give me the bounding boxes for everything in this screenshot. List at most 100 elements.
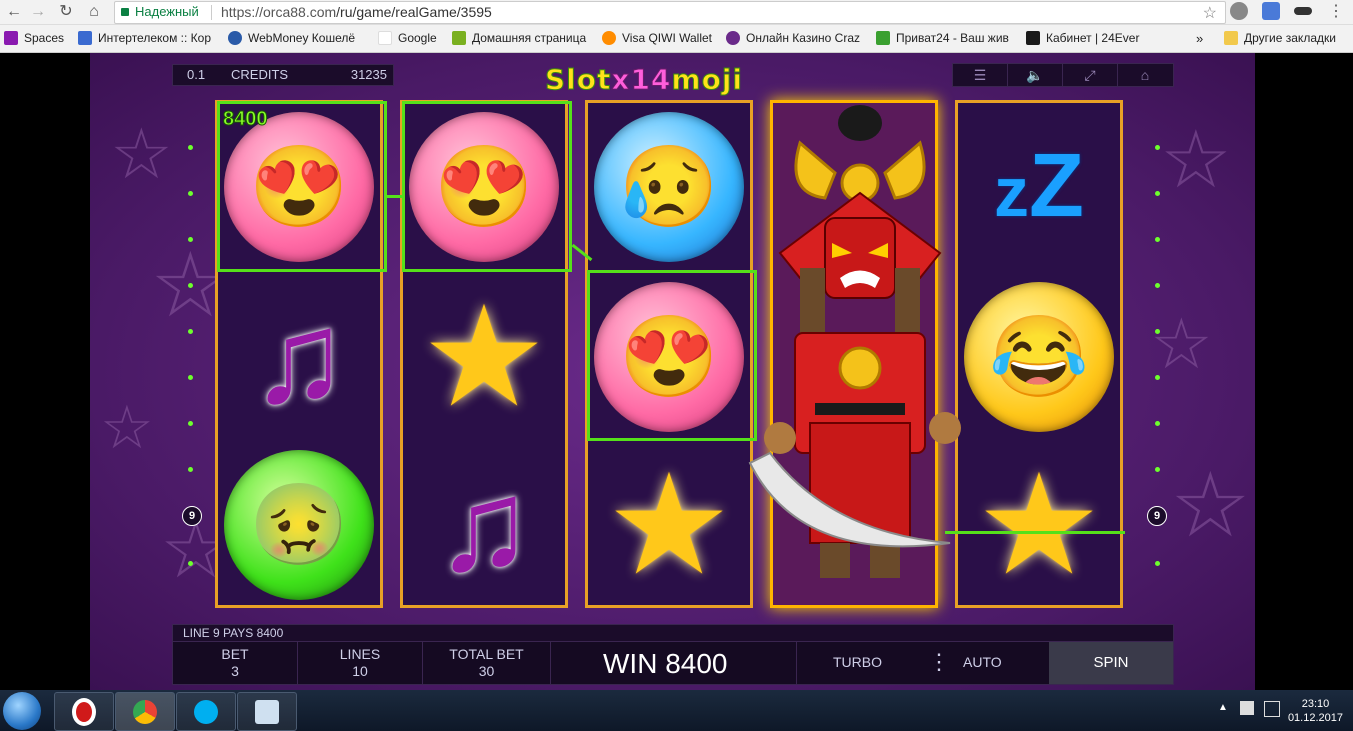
bookmark-favicon-icon	[726, 31, 740, 45]
bookmark-label: Онлайн Казино Craz	[746, 31, 861, 45]
bookmark-item[interactable]: Домашняя страница	[452, 31, 586, 45]
extension-mask-icon[interactable]	[1294, 7, 1312, 15]
auto-button[interactable]: AUTO	[963, 654, 1002, 670]
taskbar-opera[interactable]	[54, 692, 114, 731]
payline-marker	[1155, 283, 1160, 288]
payline-marker	[188, 237, 193, 242]
background-star-icon: ☆	[1160, 115, 1232, 204]
calculator-icon	[255, 699, 279, 724]
sound-icon[interactable]: 🔈	[1008, 64, 1063, 86]
extension-translate-icon[interactable]	[1262, 2, 1280, 20]
bookmark-label: WebMoney Кошелё	[248, 31, 356, 45]
chrome-icon	[133, 699, 157, 724]
payline-marker	[188, 191, 193, 196]
logo-part: moji	[671, 63, 744, 97]
payline-marker	[188, 329, 193, 334]
bookmark-item[interactable]: WebMoney Кошелё	[228, 31, 355, 45]
menu-lines-icon[interactable]: ☰	[953, 64, 1008, 86]
payline-segment	[945, 531, 1125, 534]
taskbar-skype[interactable]	[176, 692, 236, 731]
game-logo: Slotx14moji	[544, 63, 744, 97]
payline-marker	[1155, 467, 1160, 472]
bookmark-item[interactable]: Spaces	[4, 31, 64, 45]
bookmark-favicon-icon	[452, 31, 466, 45]
bookmark-star-icon[interactable]: ☆	[1203, 3, 1217, 23]
skype-icon	[194, 699, 218, 724]
clock-date: 01.12.2017	[1287, 712, 1343, 724]
taskbar-calculator[interactable]	[237, 692, 297, 731]
turbo-button[interactable]: TURBO	[833, 654, 882, 670]
bookmark-favicon-icon	[78, 31, 92, 45]
reel-symbol: ★	[403, 273, 565, 440]
payline-marker	[1155, 561, 1160, 566]
bookmark-label: Spaces	[24, 31, 65, 45]
star-icon: ★	[606, 445, 732, 603]
fullscreen-icon[interactable]: ⤢	[1063, 64, 1118, 86]
payline-badge-left: 9	[182, 506, 202, 526]
secure-badge[interactable]: Надежный	[121, 4, 199, 19]
qiwi-icon	[602, 31, 616, 45]
reload-icon[interactable]: ↻	[56, 2, 76, 22]
star-icon: ★	[421, 277, 547, 435]
slot-game: ☆ ☆ ☆ ☆ ☆ ☆ ☆ 0.1 CREDITS 31235 Slotx14m…	[90, 53, 1255, 690]
menu-icon[interactable]: ⋮	[1326, 2, 1346, 22]
bookmark-item[interactable]: Кабинет | 24Ever	[1026, 31, 1139, 45]
win-display: WIN 8400	[603, 648, 728, 679]
home-icon[interactable]: ⌂	[84, 2, 104, 22]
payline-marker	[1155, 191, 1160, 196]
reel-symbol: ★	[958, 441, 1120, 608]
bookmark-label: Приват24 - Ваш жив	[896, 31, 1009, 45]
more-options-icon[interactable]: ⋮	[928, 651, 950, 673]
reel-symbol: 🤢	[218, 441, 380, 608]
bookmarks-overflow-icon[interactable]: »	[1196, 31, 1203, 46]
clock-time: 23:10	[1301, 698, 1330, 710]
credits-value: 31235	[350, 67, 387, 82]
bookmark-label: Домашняя страница	[472, 31, 587, 45]
bookmark-item[interactable]: Приват24 - Ваш жив	[876, 31, 1009, 45]
nauseated-emoji-icon: 🤢	[224, 449, 374, 600]
other-bookmarks[interactable]: Другие закладки	[1224, 31, 1336, 45]
winning-symbol-frame	[402, 101, 572, 272]
payline-marker	[1155, 145, 1160, 150]
clock[interactable]: 23:10 01.12.2017	[1288, 697, 1343, 725]
taskbar-chrome[interactable]	[115, 692, 175, 731]
windows-start-icon[interactable]	[3, 692, 41, 730]
bookmark-item[interactable]: Интертелеком :: Кор	[78, 31, 211, 45]
network-error-icon[interactable]	[1240, 701, 1254, 715]
google-icon	[378, 31, 392, 45]
lock-icon	[121, 8, 129, 16]
bookmark-label: Google	[398, 31, 437, 45]
denomination: 0.1	[187, 67, 206, 82]
winning-symbol-frame	[587, 270, 757, 441]
bookmarks-bar: Spaces Интертелеком :: Кор WebMoney Коше…	[0, 25, 1353, 53]
address-bar[interactable]: Надежный https://orca88.com/ru/game/real…	[114, 1, 1226, 24]
url-text[interactable]: https://orca88.com/ru/game/realGame/3595	[221, 4, 492, 20]
system-tray: ▲ 23:10 01.12.2017	[1188, 692, 1353, 729]
action-center-icon[interactable]	[1264, 701, 1280, 717]
game-top-controls: ☰ 🔈 ⤢ ⌂	[952, 63, 1174, 87]
extension-globe-icon[interactable]	[1230, 2, 1248, 20]
samurai-wild-icon	[748, 105, 961, 578]
sleeping-zzz-icon: zZ	[994, 136, 1084, 236]
background-star-icon: ☆	[1170, 456, 1251, 556]
lines-control[interactable]: LINES 10	[298, 642, 423, 684]
payline-marker	[188, 145, 193, 150]
home-icon[interactable]: ⌂	[1118, 64, 1172, 86]
reel-symbol: ♫	[403, 441, 565, 608]
reel-symbol: 😥	[588, 103, 750, 270]
folder-icon	[1224, 31, 1238, 45]
bookmark-item[interactable]: Google	[378, 31, 437, 45]
omnibox-divider	[211, 5, 212, 20]
forward-icon[interactable]: →	[28, 2, 48, 22]
bookmark-item[interactable]: Visa QIWI Wallet	[602, 31, 712, 45]
bookmark-label: Visa QIWI Wallet	[622, 31, 713, 45]
background-star-icon: ☆	[110, 115, 173, 193]
back-icon[interactable]: ←	[4, 2, 24, 22]
payline-marker	[188, 421, 193, 426]
bookmark-item[interactable]: Онлайн Казино Craz	[726, 31, 860, 45]
tray-expand-icon[interactable]: ▲	[1218, 702, 1228, 713]
bet-control[interactable]: BET 3	[173, 642, 298, 684]
spin-button[interactable]: SPIN	[1049, 642, 1173, 684]
payline-marker	[188, 467, 193, 472]
logo-part: x14	[611, 63, 672, 97]
